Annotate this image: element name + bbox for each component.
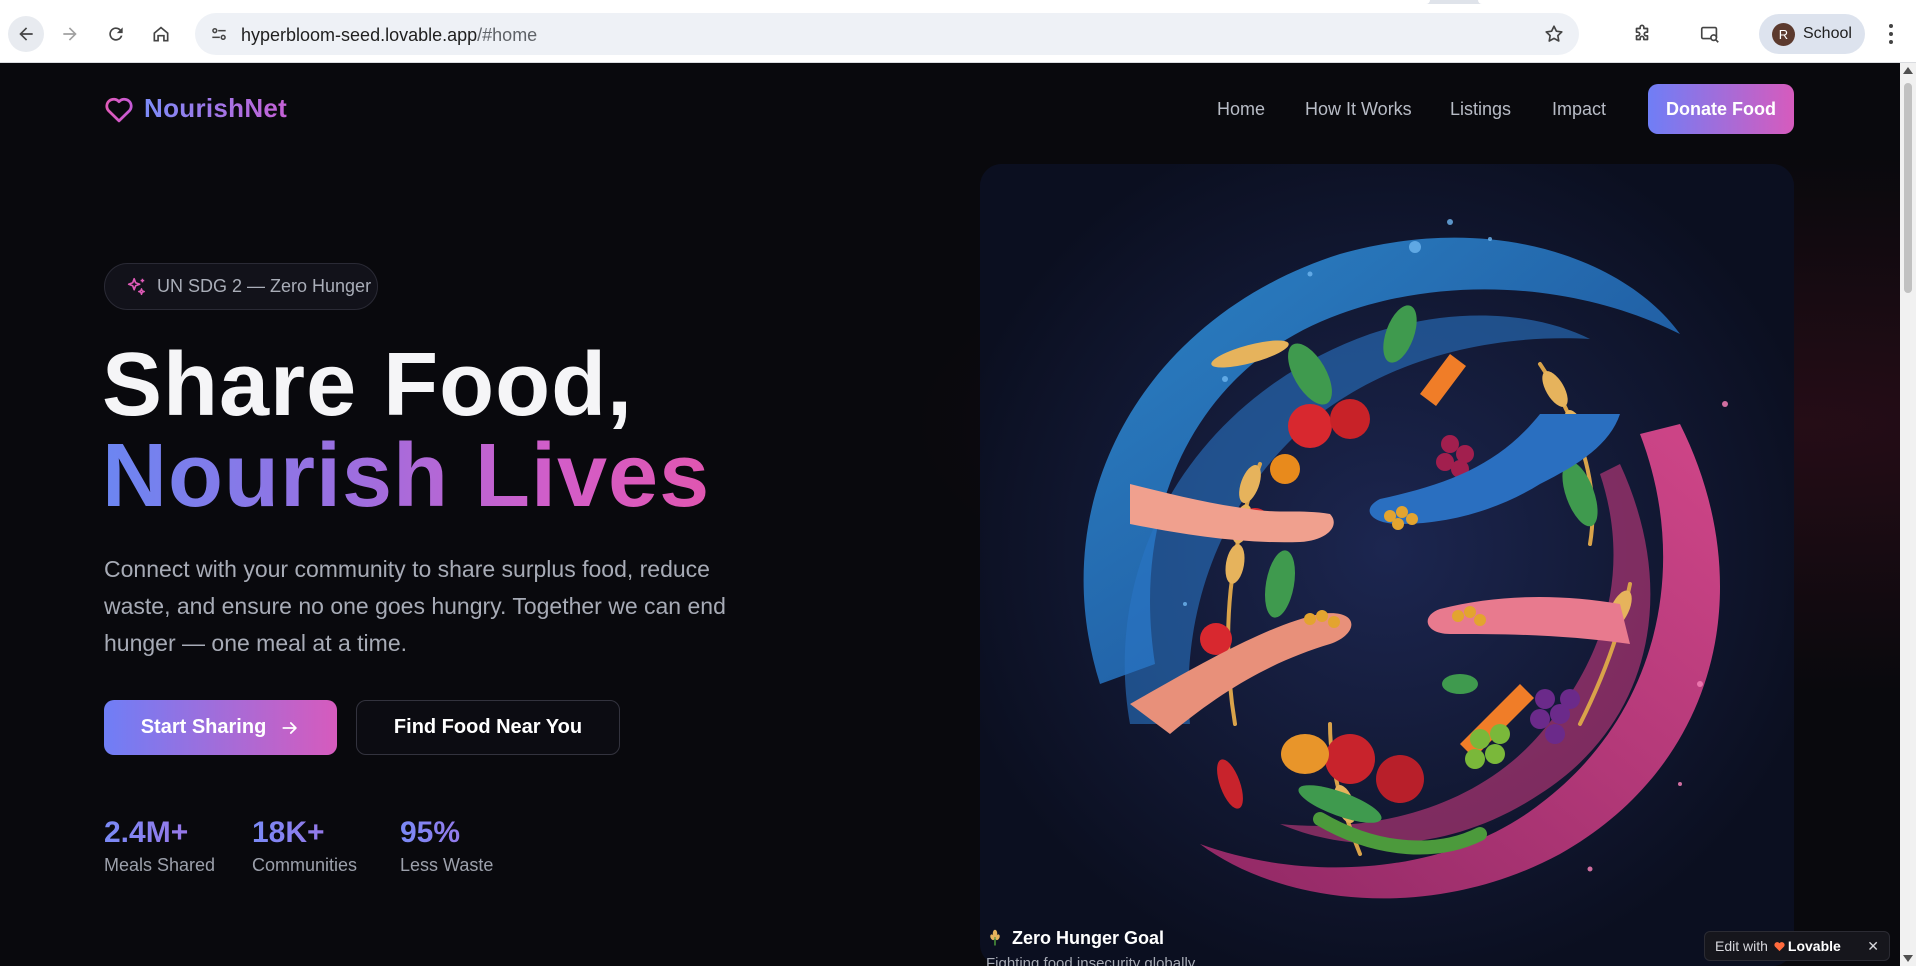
stat-value: 95% <box>400 815 493 851</box>
url-host: hyperbloom-seed.lovable.app <box>241 25 478 45</box>
hero-illustration <box>980 164 1794 966</box>
brand-name: NourishNet <box>144 93 288 123</box>
nav-how-it-works[interactable]: How It Works <box>1305 99 1412 120</box>
url-text[interactable]: hyperbloom-seed.lovable.app/#home <box>241 25 537 46</box>
stat-communities: 18K+ Communities <box>252 815 357 876</box>
edit-with-lovable-badge[interactable]: Edit with Lovable ✕ <box>1704 931 1890 961</box>
sparkles-icon <box>127 277 145 295</box>
wheat-icon <box>990 929 1000 946</box>
puzzle-icon <box>1635 24 1649 41</box>
hands-sharing-food-illustration <box>980 164 1794 966</box>
page-content: NourishNet Home How It Works Listings Im… <box>0 63 1900 966</box>
home-button[interactable] <box>143 16 179 52</box>
hero-title-line1: Share Food, <box>102 335 634 435</box>
stat-label: Meals Shared <box>104 855 216 875</box>
zero-hunger-goal-card: Zero Hunger Goal Fighting food insecurit… <box>986 927 1195 966</box>
lovable-heart-icon <box>1774 941 1785 951</box>
home-icon <box>153 26 169 42</box>
heart-icon <box>105 97 133 122</box>
scroll-up-icon[interactable] <box>1903 67 1913 74</box>
stat-value: 18K+ <box>252 815 357 851</box>
url-path: /#home <box>477 25 538 45</box>
arrow-right-icon <box>63 27 77 41</box>
arrow-right-icon <box>282 721 298 734</box>
scrollbar-thumb[interactable] <box>1904 83 1912 293</box>
lovable-brand: Lovable <box>1774 938 1841 954</box>
stat-waste: 95% Less Waste <box>400 815 493 876</box>
page-scrollbar[interactable] <box>1900 63 1916 966</box>
goal-title: Zero Hunger Goal <box>1012 927 1165 948</box>
back-button[interactable] <box>8 16 44 52</box>
profile-name: School <box>1803 25 1852 42</box>
nav-home[interactable]: Home <box>1217 99 1265 120</box>
start-sharing-button[interactable]: Start Sharing <box>104 700 337 755</box>
address-bar[interactable]: hyperbloom-seed.lovable.app/#home <box>195 13 1579 55</box>
lovable-brand-text: Lovable <box>1787 938 1841 954</box>
stat-label: Less Waste <box>400 855 494 875</box>
stat-meals: 2.4M+ Meals Shared <box>104 815 215 876</box>
sdg-badge: UN SDG 2 — Zero Hunger <box>104 263 378 310</box>
start-sharing-label: Start Sharing <box>140 716 267 738</box>
badge-text: UN SDG 2 — Zero Hunger <box>157 276 372 296</box>
reload-icon <box>109 27 123 41</box>
goal-subtitle: Fighting food insecurity globally <box>986 955 1196 966</box>
tab-strip <box>0 0 1916 4</box>
tab-search-button[interactable] <box>1692 16 1728 52</box>
arrow-left-icon <box>19 27 33 41</box>
profile-button[interactable]: R School <box>1759 14 1865 54</box>
brand-logo[interactable]: NourishNet <box>104 93 287 124</box>
nav-listings[interactable]: Listings <box>1450 99 1511 120</box>
lovable-prefix: Edit with <box>1715 938 1768 954</box>
forward-button[interactable] <box>52 16 88 52</box>
nav-impact[interactable]: Impact <box>1552 99 1606 120</box>
hero-description: Connect with your community to share sur… <box>104 556 726 656</box>
bookmark-star-icon[interactable] <box>1543 23 1565 45</box>
donate-food-button[interactable]: Donate Food <box>1648 84 1794 134</box>
close-icon[interactable]: ✕ <box>1867 938 1879 955</box>
scroll-down-icon[interactable] <box>1903 955 1913 962</box>
reload-button[interactable] <box>98 16 134 52</box>
browser-toolbar: hyperbloom-seed.lovable.app/#home R Scho… <box>0 0 1916 63</box>
avatar: R <box>1772 23 1795 46</box>
site-settings-icon[interactable] <box>203 18 235 50</box>
browser-menu-button[interactable] <box>1880 18 1902 50</box>
stat-label: Communities <box>252 855 358 875</box>
find-food-button[interactable]: Find Food Near You <box>356 700 620 755</box>
hero-title-line2: Nourish Lives <box>102 426 711 526</box>
stat-value: 2.4M+ <box>104 815 215 851</box>
screen-search-icon <box>1700 26 1719 43</box>
extensions-button[interactable] <box>1624 16 1660 52</box>
